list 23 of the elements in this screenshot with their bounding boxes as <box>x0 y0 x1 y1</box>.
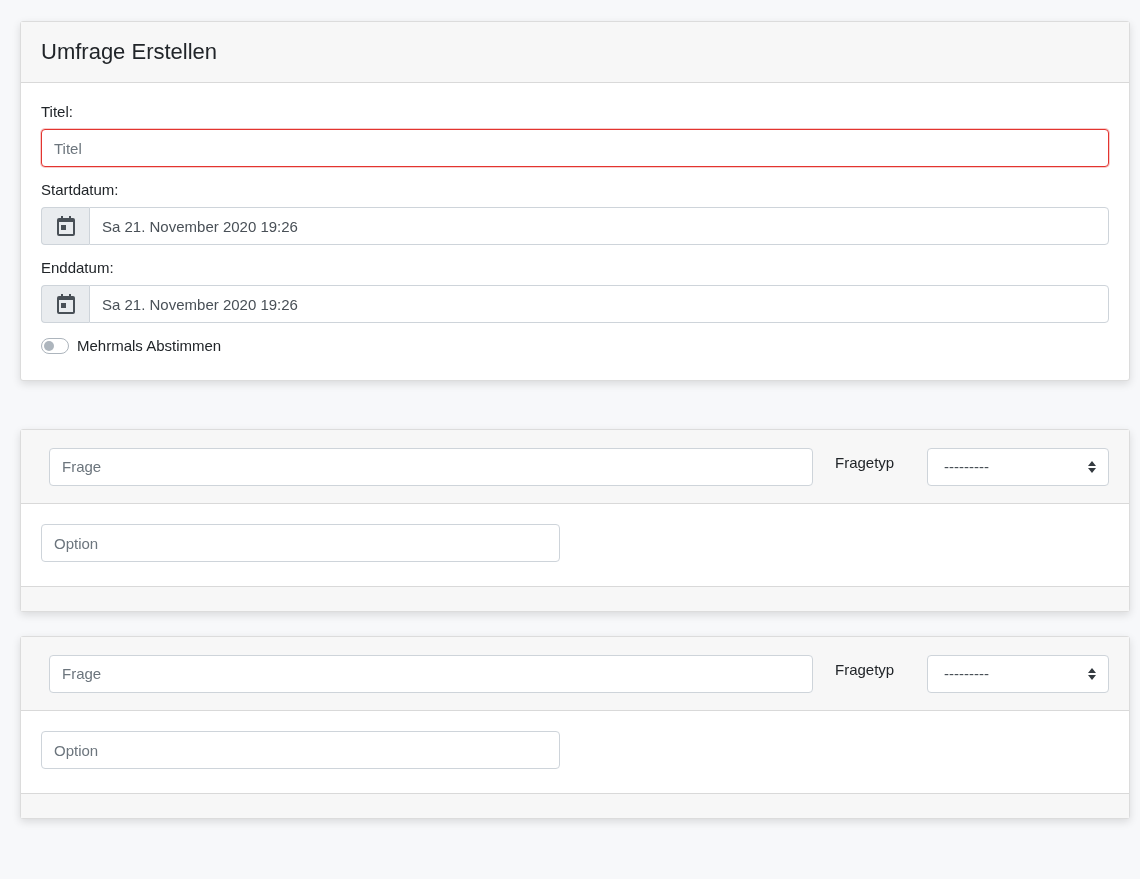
field-label: Enddatum: <box>41 259 115 276</box>
question-field[interactable]: Frage <box>49 447 813 486</box>
date-field[interactable]: Sa 21. November 2020 19:26 <box>89 207 1109 245</box>
card-title: Umfrage Erstellen <box>41 39 218 65</box>
toggle-switch[interactable] <box>41 337 69 354</box>
toggle-label: Mehrmals Abstimmen <box>77 337 222 354</box>
field-label: Fragetyp <box>835 661 896 678</box>
title-field[interactable]: Titel <box>41 129 1109 167</box>
date-field[interactable]: Sa 21. November 2020 19:26 <box>89 285 1109 323</box>
calendar-icon <box>56 294 75 314</box>
question-type-select[interactable]: --------- <box>927 654 1109 693</box>
calendar-button[interactable] <box>41 285 89 323</box>
question-type-select[interactable]: --------- <box>927 447 1109 486</box>
sort-caret-icon <box>1088 667 1096 680</box>
field-label: Fragetyp <box>835 454 896 471</box>
calendar-button[interactable] <box>41 207 89 245</box>
option-field[interactable]: Option <box>41 731 560 769</box>
option-field[interactable]: Option <box>41 524 560 562</box>
calendar-icon <box>56 216 75 236</box>
field-label: Titel: <box>41 103 74 120</box>
question-field[interactable]: Frage <box>49 654 813 693</box>
sort-caret-icon <box>1088 460 1096 473</box>
field-label: Startdatum: <box>41 181 120 198</box>
